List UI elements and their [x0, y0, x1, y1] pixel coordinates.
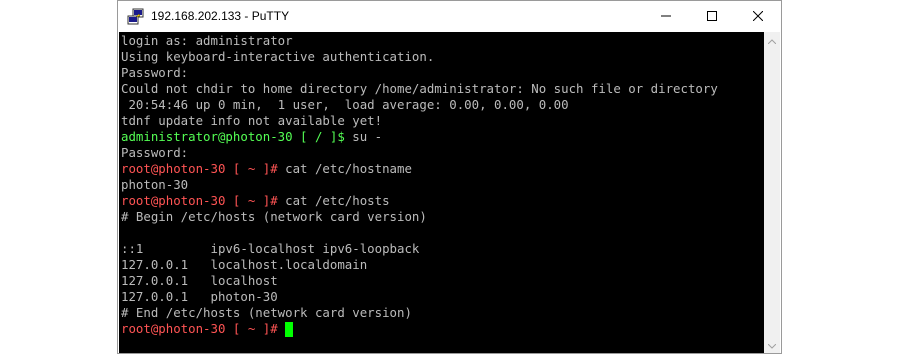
close-button[interactable] — [735, 1, 781, 32]
terminal-line: # Begin /etc/hosts (network card version… — [121, 209, 427, 225]
terminal-line: 20:54:46 up 0 min, 1 user, load average:… — [121, 97, 569, 113]
terminal-text: tdnf update info not available yet! — [121, 113, 383, 128]
maximize-icon — [707, 8, 717, 26]
terminal-line: # End /etc/hosts (network card version) — [121, 305, 412, 321]
terminal-line: Using keyboard-interactive authenticatio… — [121, 49, 434, 65]
window-title: 192.168.202.133 - PuTTY — [151, 9, 290, 23]
putty-icon[interactable] — [127, 8, 145, 26]
terminal-line: Password: — [121, 145, 188, 161]
terminal-text: Could not chdir to home directory /home/… — [121, 81, 718, 96]
shell-command: cat /etc/hostname — [277, 161, 412, 176]
close-icon — [752, 8, 764, 26]
terminal-line: root@photon-30 [ ~ ]# cat /etc/hostname — [121, 161, 412, 177]
terminal-line: Could not chdir to home directory /home/… — [121, 81, 718, 97]
terminal-text: 127.0.0.1 photon-30 — [121, 289, 278, 304]
chevron-down-icon — [767, 336, 777, 354]
terminal-text: Password: — [121, 65, 189, 80]
terminal-line: root@photon-30 [ ~ ]# cat /etc/hosts — [121, 193, 390, 209]
terminal-line: 127.0.0.1 photon-30 — [121, 289, 278, 305]
terminal-line: Password: — [121, 65, 188, 81]
terminal-line: photon-30 — [121, 177, 188, 193]
shell-prompt: administrator@photon-30 [ / ]$ — [121, 129, 345, 144]
scroll-up-button[interactable] — [764, 32, 780, 48]
terminal-cursor — [285, 322, 294, 337]
terminal-line: 127.0.0.1 localhost.localdomain — [121, 257, 367, 273]
minimize-button[interactable] — [643, 1, 689, 32]
terminal-text: ::1 ipv6-localhost ipv6-loopback — [121, 241, 420, 256]
terminal-text: 20:54:46 up 0 min, 1 user, load average:… — [121, 97, 569, 112]
terminal-line: administrator@photon-30 [ / ]$ su - — [121, 129, 382, 145]
maximize-button[interactable] — [689, 1, 735, 32]
terminal-text: Password: — [121, 145, 189, 160]
minimize-icon — [661, 8, 671, 26]
terminal-text: # End /etc/hosts (network card version) — [121, 305, 412, 320]
chevron-up-icon — [767, 31, 777, 49]
shell-prompt: root@photon-30 [ ~ ]# — [121, 321, 278, 336]
terminal-line: 127.0.0.1 localhost — [121, 273, 278, 289]
terminal-output[interactable]: login as: administrator Using keyboard-in… — [119, 32, 764, 353]
title-bar[interactable]: 192.168.202.133 - PuTTY — [118, 1, 781, 33]
terminal-text: 127.0.0.1 localhost — [121, 273, 278, 288]
terminal-text: photon-30 — [121, 177, 189, 192]
scroll-down-button[interactable] — [764, 337, 780, 353]
shell-command — [278, 321, 285, 336]
terminal-text: # Begin /etc/hosts (network card version… — [121, 209, 427, 224]
shell-prompt: root@photon-30 [ ~ ]# — [121, 193, 278, 208]
terminal-line: tdnf update info not available yet! — [121, 113, 382, 129]
terminal-text: login as: administrator — [121, 33, 293, 48]
terminal-line: login as: administrator — [121, 33, 293, 49]
terminal-text: Using keyboard-interactive authenticatio… — [121, 49, 435, 64]
terminal-line: root@photon-30 [ ~ ]# — [121, 321, 294, 337]
shell-command: cat /etc/hosts — [277, 193, 390, 208]
shell-command: su - — [344, 129, 383, 144]
vertical-scrollbar[interactable] — [764, 32, 780, 353]
putty-window: 192.168.202.133 - PuTTY login as: admini… — [117, 0, 782, 354]
terminal-line: ::1 ipv6-localhost ipv6-loopback — [121, 241, 419, 257]
shell-prompt: root@photon-30 [ ~ ]# — [121, 161, 278, 176]
terminal-text: 127.0.0.1 localhost.localdomain — [121, 257, 368, 272]
